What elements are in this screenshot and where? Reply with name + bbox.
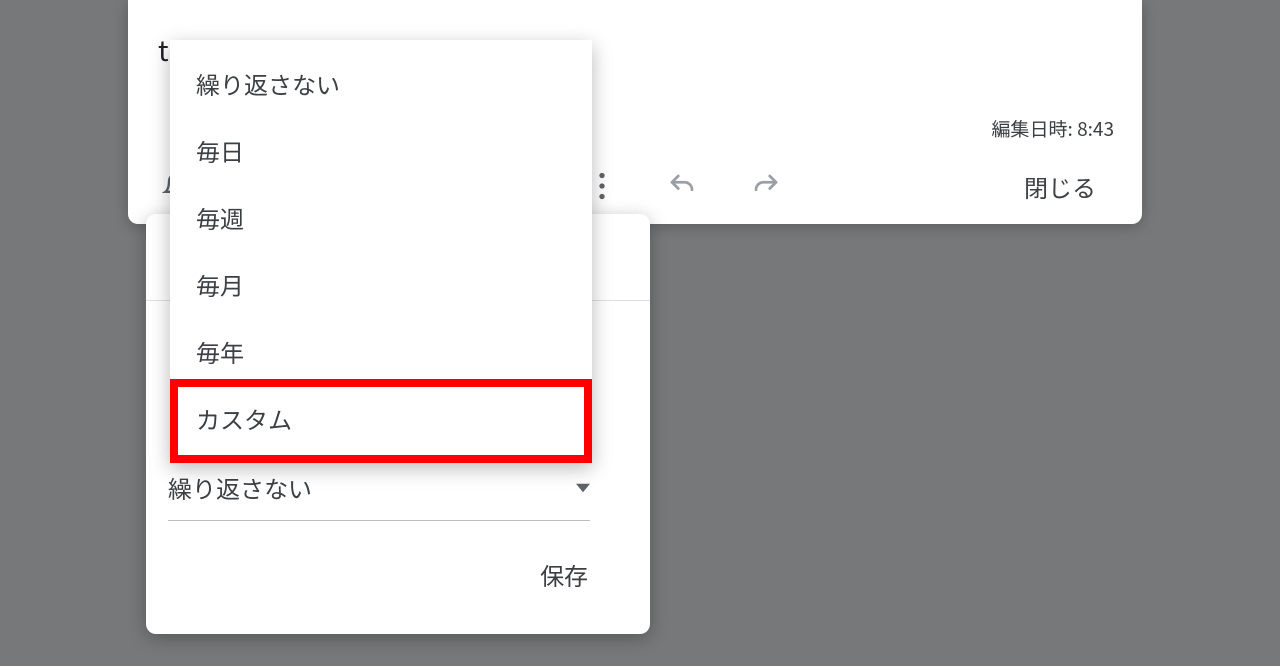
save-button-label: 保存	[540, 557, 588, 592]
repeat-field-underline	[168, 520, 590, 521]
dropdown-option-label: 繰り返さない	[196, 66, 340, 101]
save-button[interactable]: 保存	[528, 549, 600, 600]
repeat-select-field[interactable]: 繰り返さない	[168, 470, 590, 505]
dropdown-option-yearly[interactable]: 毎年	[170, 318, 592, 385]
dropdown-option-label: 毎日	[196, 133, 244, 168]
dropdown-option-custom[interactable]: カスタム	[170, 385, 592, 452]
repeat-dropdown-menu: 繰り返さない 毎日 毎週 毎月 毎年 カスタム	[170, 40, 592, 462]
dropdown-option-label: 毎年	[196, 334, 244, 369]
dropdown-option-label: 毎月	[196, 267, 244, 302]
dropdown-option-weekly[interactable]: 毎週	[170, 184, 592, 251]
dropdown-option-daily[interactable]: 毎日	[170, 117, 592, 184]
close-button-label: 閉じる	[1024, 169, 1096, 204]
close-button[interactable]: 閉じる	[1010, 162, 1110, 210]
dropdown-option-no-repeat[interactable]: 繰り返さない	[170, 50, 592, 117]
caret-down-icon	[576, 481, 590, 495]
dropdown-option-label: 毎週	[196, 200, 244, 235]
dropdown-option-monthly[interactable]: 毎月	[170, 251, 592, 318]
redo-icon[interactable]	[742, 162, 790, 210]
dropdown-option-label: カスタム	[196, 401, 292, 436]
undo-icon[interactable]	[658, 162, 706, 210]
repeat-selected-label: 繰り返さない	[168, 470, 312, 505]
note-title-text: t	[158, 30, 170, 70]
edit-time-label: 編集日時: 8:43	[992, 115, 1114, 142]
